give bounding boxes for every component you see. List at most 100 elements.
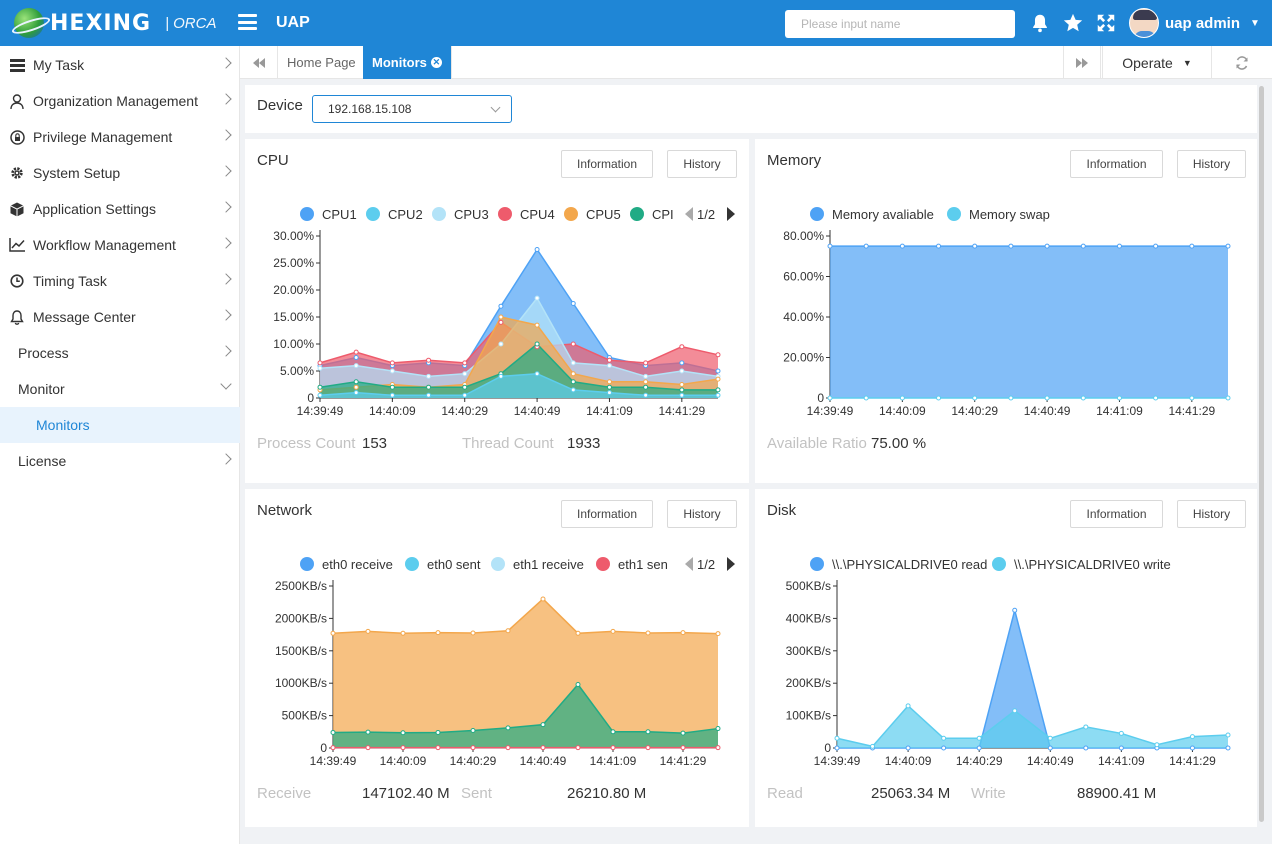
sidebar-item-license[interactable]: License xyxy=(0,443,240,479)
sidebar: My Task Organization Management Privileg… xyxy=(0,46,240,844)
y-tick-label: 1000KB/s xyxy=(275,676,327,690)
y-tick-label: 0 xyxy=(307,391,314,405)
tab-scroll-left-icon[interactable] xyxy=(240,46,278,79)
user-menu[interactable]: uap admin ▼ xyxy=(1129,8,1260,38)
data-point xyxy=(389,368,395,374)
list-icon xyxy=(9,57,25,73)
star-icon[interactable] xyxy=(1062,12,1084,34)
data-point xyxy=(317,360,323,366)
data-point xyxy=(976,735,982,741)
data-point xyxy=(353,363,359,369)
sidebar-item-privilege[interactable]: Privilege Management xyxy=(0,119,240,155)
data-point xyxy=(610,628,616,634)
gear-icon xyxy=(9,165,25,181)
data-point xyxy=(863,243,869,249)
y-tick-label: 2000KB/s xyxy=(275,611,327,625)
data-point xyxy=(498,373,504,379)
chevron-down-icon xyxy=(490,102,501,113)
sidebar-item-timing-task[interactable]: Timing Task xyxy=(0,263,240,299)
close-icon[interactable]: ✕ xyxy=(430,57,442,68)
data-point xyxy=(679,387,685,393)
tab-home-page[interactable]: Home Page xyxy=(278,46,366,79)
x-tick-label: 14:40:09 xyxy=(369,404,416,418)
data-point xyxy=(606,390,612,396)
tab-monitors[interactable]: Monitors ✕ xyxy=(363,46,452,79)
page-scrollbar[interactable] xyxy=(1259,86,1264,822)
legend-label: eth1 receive xyxy=(513,557,584,572)
sidebar-item-label: My Task xyxy=(33,57,85,73)
data-point xyxy=(389,384,395,390)
data-point xyxy=(972,395,978,401)
user-icon xyxy=(9,93,25,109)
bell-icon[interactable] xyxy=(1029,12,1051,34)
data-point xyxy=(498,314,504,320)
x-tick-label: 14:41:29 xyxy=(658,404,705,418)
data-point xyxy=(1047,745,1053,751)
x-tick-label: 14:40:09 xyxy=(879,404,926,418)
data-point xyxy=(1080,395,1086,401)
data-point xyxy=(679,392,685,398)
x-tick-label: 14:40:29 xyxy=(441,404,488,418)
data-point xyxy=(435,729,441,735)
data-point xyxy=(610,745,616,751)
data-point xyxy=(1189,395,1195,401)
legend-label: \\.\PHYSICALDRIVE0 read xyxy=(832,557,987,572)
sidebar-item-workflow[interactable]: Workflow Management xyxy=(0,227,240,263)
hamburger-menu-icon[interactable] xyxy=(238,14,257,30)
network-chart: 0 500KB/s 1000KB/s 1500KB/s 2000KB/s 2500KB/s… xyxy=(275,557,735,768)
clock-icon xyxy=(9,273,25,289)
data-point xyxy=(643,384,649,390)
data-point xyxy=(1154,742,1160,748)
x-tick-label: 14:40:49 xyxy=(520,754,567,768)
data-point xyxy=(353,384,359,390)
x-tick-label: 14:40:29 xyxy=(951,404,998,418)
sidebar-item-label: Monitor xyxy=(18,381,65,397)
operate-dropdown[interactable]: Operate ▼ xyxy=(1102,46,1212,79)
sent-value: 26210.80 M xyxy=(567,785,647,802)
legend-next-page-icon xyxy=(727,557,735,571)
sidebar-item-system-setup[interactable]: System Setup xyxy=(0,155,240,191)
y-tick-label: 500KB/s xyxy=(786,579,831,593)
data-point xyxy=(680,730,686,736)
sidebar-item-organization[interactable]: Organization Management xyxy=(0,83,240,119)
caret-down-icon: ▼ xyxy=(1250,17,1260,29)
data-point xyxy=(645,745,651,751)
x-tick-label: 14:41:29 xyxy=(1169,754,1216,768)
sidebar-item-my-task[interactable]: My Task xyxy=(0,47,240,83)
data-point xyxy=(606,357,612,363)
data-point xyxy=(570,379,576,385)
sent-label: Sent xyxy=(461,785,492,802)
fullscreen-icon[interactable] xyxy=(1095,12,1117,34)
x-tick-label: 14:39:49 xyxy=(807,404,854,418)
data-point xyxy=(426,373,432,379)
x-tick-label: 14:40:29 xyxy=(956,754,1003,768)
read-label: Read xyxy=(767,785,803,802)
search-input[interactable] xyxy=(785,10,1015,38)
device-select[interactable]: 192.168.15.108 xyxy=(312,95,512,123)
sidebar-item-application-settings[interactable]: Application Settings xyxy=(0,191,240,227)
disk-panel: Disk Information History 0 100KB/s 200KB/s… xyxy=(755,489,1257,827)
data-point xyxy=(827,243,833,249)
sidebar-item-message-center[interactable]: Message Center xyxy=(0,299,240,335)
y-tick-label: 25.00% xyxy=(273,256,314,270)
tab-scroll-right-icon[interactable] xyxy=(1063,46,1101,79)
data-point xyxy=(570,301,576,306)
y-tick-label: 0 xyxy=(817,391,824,405)
data-point xyxy=(643,373,649,379)
line-chart-icon xyxy=(9,237,25,253)
x-tick-label: 14:41:29 xyxy=(1168,404,1215,418)
refresh-icon[interactable] xyxy=(1222,46,1262,79)
data-point xyxy=(534,371,540,377)
legend-marker xyxy=(596,557,610,571)
data-point xyxy=(462,371,468,377)
y-tick-label: 500KB/s xyxy=(282,709,327,723)
legend-label: CPU5 xyxy=(586,207,621,222)
data-point xyxy=(435,745,441,751)
sidebar-item-monitor[interactable]: Monitor xyxy=(0,371,240,407)
x-tick-label: 14:39:49 xyxy=(310,754,357,768)
sidebar-item-process[interactable]: Process xyxy=(0,335,240,371)
legend-marker xyxy=(366,207,380,221)
data-point xyxy=(1008,243,1014,249)
sidebar-item-monitors[interactable]: Monitors xyxy=(0,407,240,443)
legend-label: CPI xyxy=(652,207,674,222)
